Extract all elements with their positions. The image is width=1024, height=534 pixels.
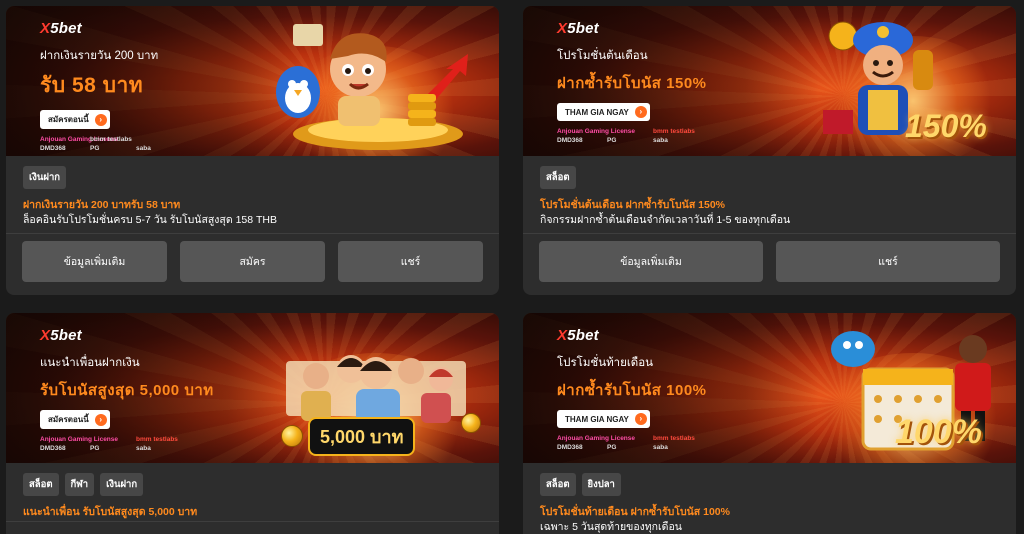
- action-buttons: ข้อมูลเพิ่มเติม สมัคร แชร์: [22, 241, 483, 282]
- brand-logo: X5bet: [40, 20, 82, 37]
- arrow-right-icon: ›: [634, 106, 647, 118]
- bonus-badge: 150%: [905, 108, 987, 144]
- promo-description: กิจกรรมฝากซ้ำต้นเดือนจำกัดเวลาวันที่ 1-5…: [540, 214, 791, 226]
- arrow-right-icon: ›: [634, 413, 647, 425]
- tag: สล็อต: [23, 473, 59, 496]
- promo-card-daily-deposit: X5bet ฝากเงินรายวัน 200 บาท รับ 58 บาท ส…: [6, 6, 499, 295]
- banner-headline: รับโบนัสสูงสุด 5,000 บาท: [40, 382, 214, 399]
- share-button[interactable]: แชร์: [776, 241, 1000, 282]
- promo-banner[interactable]: 100% X5bet โปรโมชั่นท้ายเดือน ฝากซ้ำรับโ…: [523, 313, 1016, 463]
- arrow-right-icon: ›: [94, 113, 107, 126]
- more-info-button[interactable]: ข้อมูลเพิ่มเติม: [539, 241, 763, 282]
- promo-card-refer-friend: 5,000 บาท X5bet แนะนำเพื่อนฝากเงิน รับโบ…: [6, 313, 499, 534]
- tag-list: สล็อต กีฬา เงินฝาก: [23, 473, 144, 496]
- tag: กีฬา: [64, 473, 95, 496]
- brand-logo: X5bet: [557, 20, 599, 37]
- tag: เงินฝาก: [23, 166, 67, 189]
- brand-logo: X5bet: [40, 327, 82, 344]
- tag-list: สล็อต: [540, 166, 576, 189]
- banner-subtitle: แนะนำเพื่อนฝากเงิน: [40, 357, 140, 369]
- banner-join-button[interactable]: THAM GIA NGAY ›: [557, 410, 650, 428]
- action-buttons: ข้อมูลเพิ่มเติม แชร์: [539, 241, 1000, 282]
- tag-list: สล็อต ยิงปลา: [540, 473, 621, 496]
- tag: เงินฝาก: [100, 473, 144, 496]
- banner-headline: รับ 58 บาท: [40, 74, 144, 97]
- promo-description: ล็อคอินรับโปรโมชั่นครบ 5-7 วัน รับโบนัสส…: [23, 214, 278, 226]
- tag-list: เงินฝาก: [23, 166, 67, 189]
- banner-signup-button[interactable]: สมัครตอนนี้ ›: [40, 110, 110, 129]
- banner-subtitle: ฝากเงินรายวัน 200 บาท: [40, 50, 159, 62]
- partner-logos: Anjouan Gaming License bmm testlabs DMD36…: [557, 128, 695, 144]
- divider: [6, 233, 499, 234]
- partner-logos: Anjouan Gaming License bmm testlabs DMD36…: [557, 435, 695, 451]
- more-info-button[interactable]: ข้อมูลเพิ่มเติม: [22, 241, 167, 282]
- arrow-right-icon: ›: [94, 413, 107, 426]
- bonus-badge: 100%: [895, 413, 982, 451]
- partner-logos: Anjouan Gaming License bmm testlabs DMD36…: [40, 436, 178, 452]
- banner-subtitle: โปรโมชั่นท้ายเดือน: [557, 357, 654, 369]
- promo-description: เฉพาะ 5 วันสุดท้ายของทุกเดือน: [540, 521, 682, 533]
- share-button[interactable]: แชร์: [338, 241, 483, 282]
- mascot-illustration: [268, 14, 488, 154]
- promo-banner[interactable]: 5,000 บาท X5bet แนะนำเพื่อนฝากเงิน รับโบ…: [6, 313, 499, 463]
- tag: ยิงปลา: [581, 473, 621, 496]
- promo-banner[interactable]: X5bet ฝากเงินรายวัน 200 บาท รับ 58 บาท ส…: [6, 6, 499, 156]
- banner-headline: ฝากซ้ำรับโบนัส 100%: [557, 382, 707, 399]
- promo-title: แนะนำเพื่อน รับโบนัสสูงสุด 5,000 บาท: [23, 506, 198, 518]
- banner-subtitle: โปรโมชั่นต้นเดือน: [557, 50, 648, 62]
- signup-button[interactable]: สมัคร: [180, 241, 325, 282]
- brand-logo: X5bet: [557, 327, 599, 344]
- promo-card-end-month: 100% X5bet โปรโมชั่นท้ายเดือน ฝากซ้ำรับโ…: [523, 313, 1016, 534]
- tag: สล็อต: [540, 473, 576, 496]
- promotions-page: X5bet ฝากเงินรายวัน 200 บาท รับ 58 บาท ส…: [0, 0, 1024, 534]
- banner-join-button[interactable]: THAM GIA NGAY ›: [557, 103, 650, 121]
- tag: สล็อต: [540, 166, 576, 189]
- divider: [6, 521, 499, 522]
- banner-signup-button[interactable]: สมัครตอนนี้ ›: [40, 410, 110, 429]
- divider: [523, 233, 1016, 234]
- bonus-amount-badge: 5,000 บาท: [308, 417, 416, 456]
- banner-headline: ฝากซ้ำรับโบนัส 150%: [557, 75, 707, 92]
- promo-banner[interactable]: 150% X5bet โปรโมชั่นต้นเดือน ฝากซ้ำรับโบ…: [523, 6, 1016, 156]
- promo-card-early-month: 150% X5bet โปรโมชั่นต้นเดือน ฝากซ้ำรับโบ…: [523, 6, 1016, 295]
- partner-logos: Anjouan Gaming License bmm testlabs DMD36…: [40, 136, 151, 152]
